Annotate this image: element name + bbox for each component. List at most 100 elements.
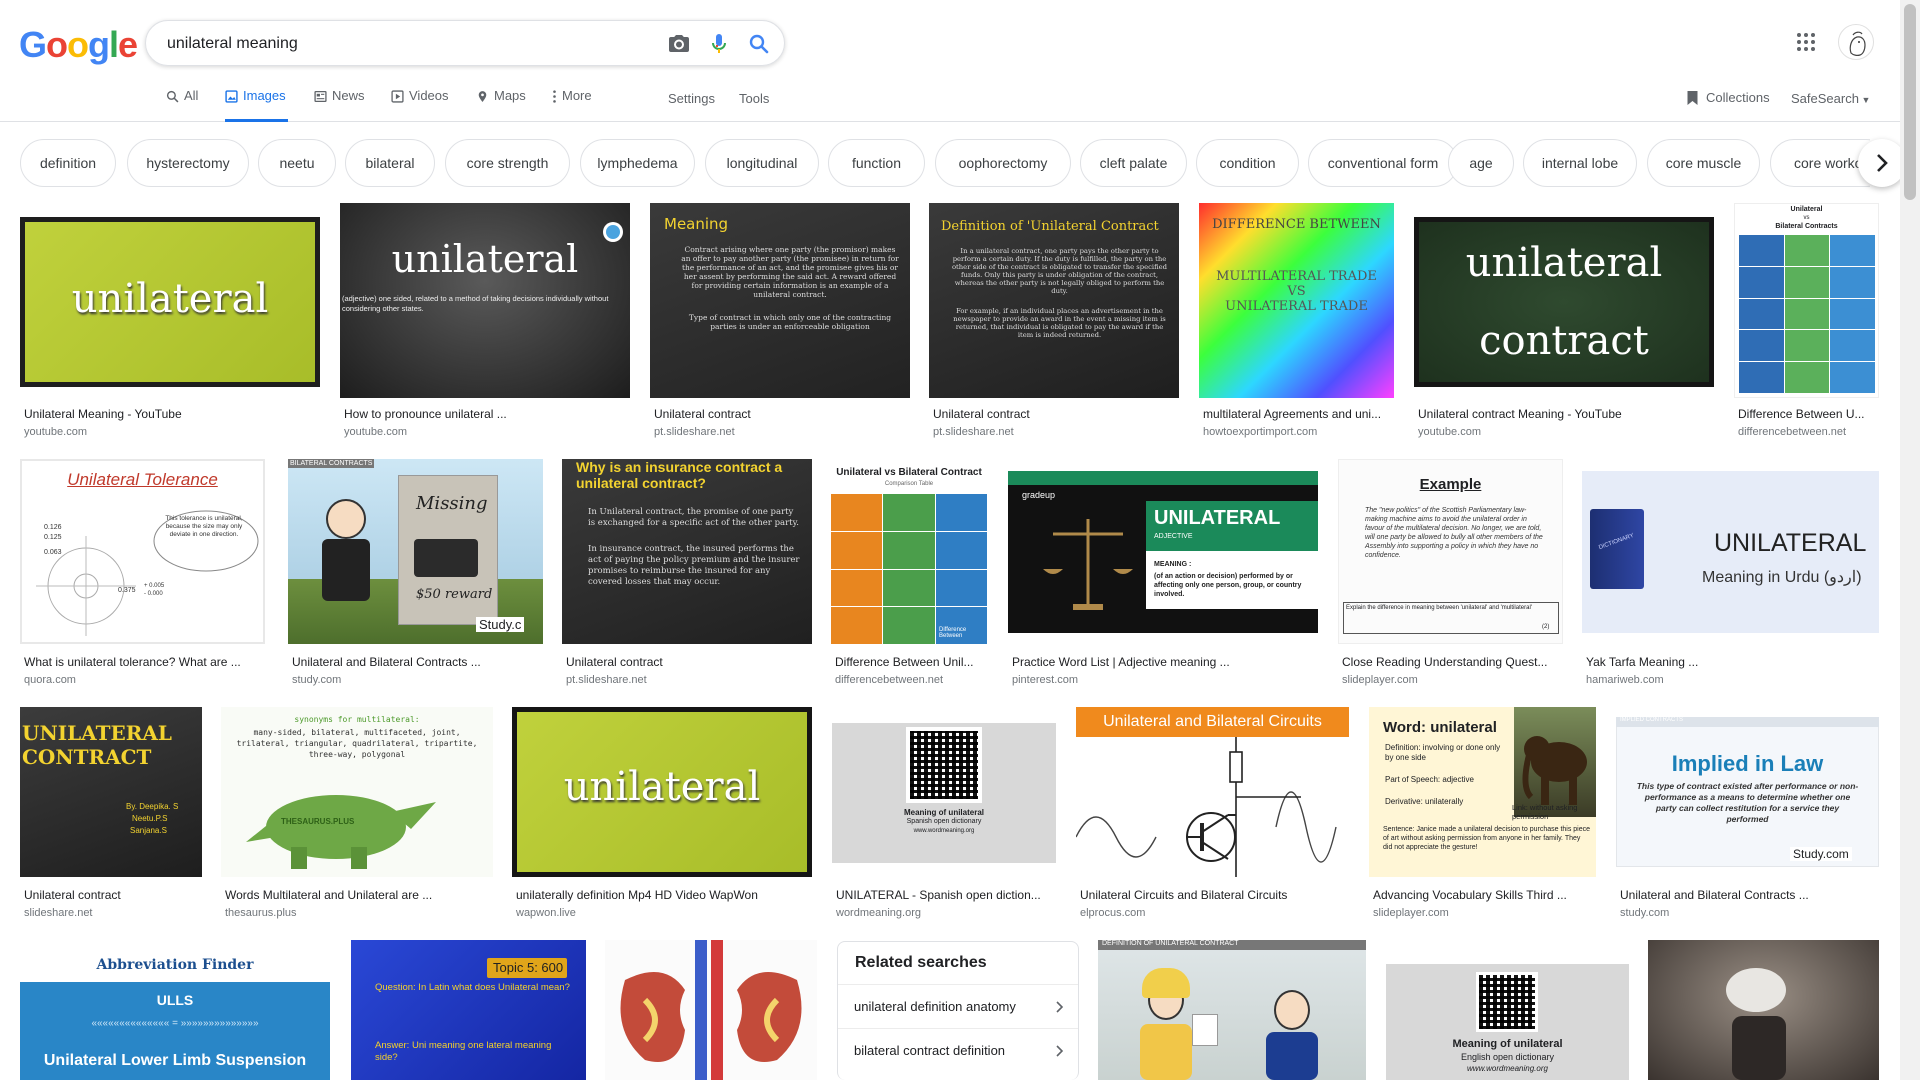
image-result[interactable]: UNILATERAL CONTRACT By. Deepika. S Neetu… [20,707,202,922]
thumb-heading: Example [1419,476,1482,493]
separator: «««««««««««««« = »»»»»»»»»»»»»» [91,1018,259,1029]
image-result[interactable]: Abbreviation Finder ULLS «««««««««««««« … [20,940,330,1080]
chip[interactable]: lymphedema [580,139,695,187]
result-title: multilateral Agreements and uni... [1203,407,1382,421]
image-result[interactable]: Meaning of unilateral English open dicti… [1386,940,1629,1080]
chip[interactable]: hysterectomy [127,139,249,187]
result-source: study.com [1620,907,1670,919]
qr-code-icon [906,727,982,803]
chip[interactable]: bilateral [345,139,435,187]
image-result[interactable]: DIFFERENCE BETWEEN MULTILATERAL TRADE VS… [1199,203,1394,438]
image-result[interactable]: Why is an insurance contract a unilatera… [562,459,812,689]
image-result[interactable]: unilateral unilaterally definition Mp4 H… [512,707,812,922]
thumb-heading: Unilateral and Bilateral Circuits [1103,713,1322,730]
tab-more[interactable]: More [552,88,592,122]
camera-icon[interactable] [667,32,691,56]
image-result[interactable]: Unilateral and Bilateral Circuits Unilat… [1076,707,1349,922]
thumb-text: (2) [1542,624,1550,630]
chip[interactable]: cleft palate [1080,139,1187,187]
image-result[interactable]: Unilateral Tolerance 0.126 0.125 0.063 0… [20,459,265,689]
image-result[interactable]: Topic 5: 600 Question: In Latin what doe… [351,940,586,1080]
search-icon[interactable] [747,32,771,56]
result-title: How to pronounce unilateral ... [344,407,507,421]
chip[interactable]: core strength [445,139,570,187]
related-search-item[interactable]: bilateral contract definition [838,1028,1078,1072]
image-result[interactable]: synonyms for multilateral: many-sided, b… [221,707,493,922]
related-search-item[interactable]: unilateral definition anatomy [838,984,1078,1028]
bookmark-icon [1687,91,1698,105]
tab-all[interactable]: All [166,88,198,122]
thumb-text: Definition: involving or done only by on… [1385,743,1501,762]
image-result[interactable]: DICTIONARY UNILATERAL Meaning in Urdu (ا… [1582,459,1879,689]
scrollbar-thumb[interactable] [1904,4,1916,200]
image-result[interactable]: DEFINITION OF UNILATERAL CONTRACT [1098,940,1366,1080]
image-result[interactable]: Example The "new politics" of the Scotti… [1338,459,1563,689]
comparison-table [831,494,987,644]
chips-next-button[interactable] [1858,139,1906,187]
news-icon [314,90,327,103]
image-result[interactable]: Unilateral vs Bilateral Contract Compari… [831,459,987,689]
tab-videos[interactable]: Videos [391,88,449,122]
tab-maps[interactable]: Maps [476,88,526,122]
result-thumbnail: Topic 5: 600 Question: In Latin what doe… [351,940,586,1080]
settings-link[interactable]: Settings [668,91,715,106]
chip[interactable]: conventional form [1308,139,1458,187]
thumb-text: synonyms for multilateral: [294,715,420,724]
chip[interactable]: internal lobe [1523,139,1637,187]
page-scrollbar[interactable] [1900,0,1920,1080]
image-result[interactable]: Word: unilateral Definition: involving o… [1369,707,1596,922]
thumb-text: Missing [416,493,488,514]
image-result[interactable]: unilateral (adjective) one sided, relate… [340,203,630,438]
image-result[interactable]: Meaning of unilateral Spanish open dicti… [832,707,1056,922]
image-result[interactable]: gradeup UNILATERAL ADJECTIVE MEANING : (… [1008,459,1318,689]
thumb-text: Study.com [1790,847,1852,861]
thumb-text: Meaning of unilateral [1452,1038,1563,1050]
tab-images[interactable]: Images [225,88,288,122]
image-result[interactable]: IMPLIED CONTRACTS Implied in Law This ty… [1616,707,1879,922]
google-logo[interactable]: Google [19,24,138,66]
thumb-text: Contract arising where one party (the pr… [681,245,899,299]
chip[interactable]: oophorectomy [935,139,1071,187]
image-result[interactable]: Meaning Contract arising where one party… [650,203,910,438]
image-result[interactable]: Unilateral vs Bilateral Contracts Differ… [1734,203,1879,438]
image-result[interactable] [605,940,817,1080]
tab-news[interactable]: News [314,88,365,122]
chip[interactable]: function [828,139,925,187]
thumb-text: UNILATERAL [1154,507,1281,529]
thumb-text: Neetu.P.S [132,814,168,823]
thumb-text: - 0.000 [144,591,163,597]
result-thumbnail [605,940,817,1080]
result-thumbnail: Definition of 'Unilateral Contract In a … [929,203,1179,398]
result-title: Practice Word List | Adjective meaning .… [1012,655,1230,669]
microphone-icon[interactable] [707,32,731,56]
chip[interactable]: condition [1196,139,1299,187]
result-source: wapwon.live [516,907,576,919]
thumb-text: ULLS [156,992,194,1008]
image-result[interactable]: unilateral contract Unilateral contract … [1414,203,1714,438]
thumb-text: Unilateral [1790,206,1823,213]
chip[interactable]: core muscle [1647,139,1760,187]
search-input[interactable] [167,33,627,55]
result-source: elprocus.com [1080,907,1146,919]
image-result[interactable]: Definition of 'Unilateral Contract In a … [929,203,1179,438]
chip[interactable]: age [1448,139,1514,187]
chip[interactable]: longitudinal [705,139,819,187]
search-box[interactable] [145,20,785,66]
logo-letter: G [19,24,47,65]
thumb-text: Meaning in Urdu (اردو) [1702,569,1862,586]
chip[interactable]: neetu [258,139,336,187]
apps-grid-icon[interactable] [1796,32,1816,52]
safesearch-dropdown[interactable]: SafeSearch ▼ [1791,91,1870,106]
thumb-heading: Abbreviation Finder [96,957,254,973]
chip[interactable]: definition [20,139,116,187]
image-result[interactable] [1648,940,1879,1080]
chip[interactable]: core worko [1770,139,1870,187]
tools-link[interactable]: Tools [739,91,769,106]
image-result[interactable]: BILATERAL CONTRACTS Missing $50 reward S… [288,459,543,689]
thumb-heading: Why is an insurance contract a unilatera… [576,459,783,491]
result-title: Unilateral contract [24,888,121,902]
avatar[interactable] [1838,24,1874,60]
result-thumbnail: DICTIONARY UNILATERAL Meaning in Urdu (ا… [1582,459,1879,644]
collections-link[interactable]: Collections [1686,90,1770,106]
image-result[interactable]: unilateral Unilateral Meaning - YouTube … [20,203,320,438]
